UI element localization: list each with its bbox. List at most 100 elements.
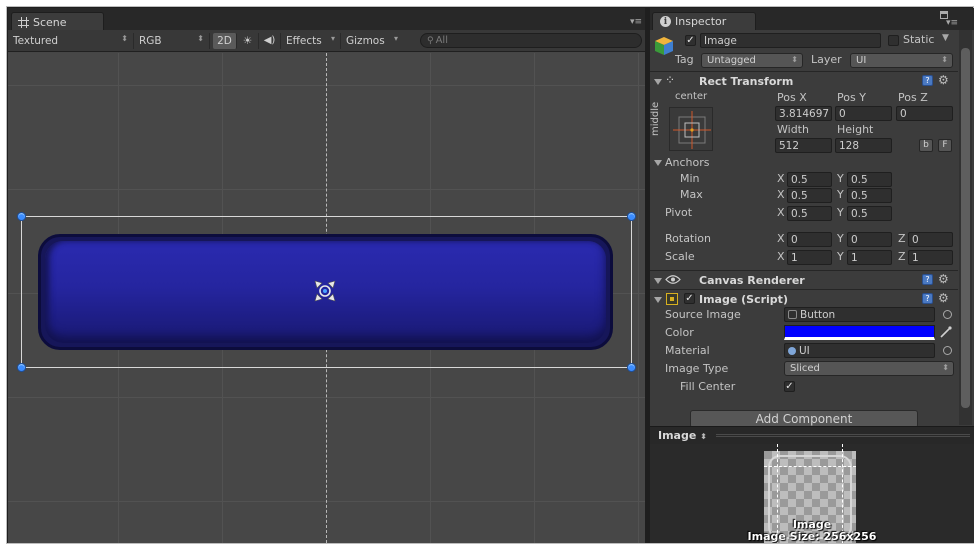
material-value: UI xyxy=(799,344,810,357)
static-label: Static xyxy=(903,33,935,46)
source-image-field[interactable]: Button xyxy=(784,307,935,322)
scale-label: Scale xyxy=(665,250,695,263)
tag-label: Tag xyxy=(675,53,694,66)
tab-scene[interactable]: Scene xyxy=(11,12,104,30)
scrollbar-thumb[interactable] xyxy=(961,48,970,408)
pos-z-field[interactable]: 0 xyxy=(896,106,953,121)
scale-y-field[interactable]: 1 xyxy=(847,250,892,265)
anchor-presets-button[interactable] xyxy=(669,107,713,151)
pivot-anchor-icon[interactable] xyxy=(313,279,337,303)
tag-dropdown[interactable]: Untagged ⬍ xyxy=(701,53,803,68)
canvas-renderer-header[interactable]: Canvas Renderer ? ⚙ xyxy=(650,270,958,289)
color-mode-dropdown[interactable]: RGB ⬍ xyxy=(134,32,210,49)
chevron-down-icon: ▾ xyxy=(330,33,335,43)
layer-value: UI xyxy=(856,55,867,66)
audio-toggle-button[interactable]: ◀) xyxy=(259,32,281,49)
scene-toolbar: Textured ⬍ RGB ⬍ 2D ☀ ◀) Effects ▾ Gizmo… xyxy=(8,30,645,52)
image-type-value: Sliced xyxy=(790,363,820,374)
draw-mode-dropdown[interactable]: Textured ⬍ xyxy=(8,32,134,49)
anchor-max-y-field[interactable]: 0.5 xyxy=(847,188,892,203)
layer-label: Layer xyxy=(811,53,842,66)
search-placeholder: All xyxy=(435,35,448,46)
panel-menu-icon[interactable]: ▾≡ xyxy=(946,18,958,28)
rotation-x-field[interactable]: 0 xyxy=(787,232,832,247)
preview-title-text: Image xyxy=(658,429,697,442)
object-active-checkbox[interactable]: ✓ xyxy=(685,35,696,46)
help-icon[interactable]: ? xyxy=(922,293,933,304)
preview-header[interactable]: Image ⬍ xyxy=(650,426,974,444)
width-label: Width xyxy=(777,123,809,136)
effects-dropdown[interactable]: Effects ▾ xyxy=(281,32,341,49)
pivot-x-field[interactable]: 0.5 xyxy=(787,206,832,221)
speaker-icon: ◀) xyxy=(263,35,276,46)
anchor-min-label: Min xyxy=(680,172,700,185)
chevron-down-icon[interactable]: ▼ xyxy=(942,33,949,43)
rect-handle-top-right[interactable] xyxy=(627,212,636,221)
inspector-tab-bar: i Inspector ▾≡ xyxy=(650,8,974,30)
anchor-min-y-field[interactable]: 0.5 xyxy=(847,172,892,187)
info-icon: i xyxy=(660,16,671,27)
material-field[interactable]: UI xyxy=(784,343,935,358)
pos-y-label: Pos Y xyxy=(837,91,866,104)
rotation-y-field[interactable]: 0 xyxy=(847,232,892,247)
tab-inspector-label: Inspector xyxy=(675,15,727,28)
image-script-title: Image (Script) xyxy=(699,293,788,306)
gear-icon[interactable]: ⚙ xyxy=(938,74,950,86)
scale-z-field[interactable]: 1 xyxy=(908,250,953,265)
inspector-scrollbar[interactable] xyxy=(959,30,972,425)
rect-handle-bottom-left[interactable] xyxy=(17,363,26,372)
y-label: Y xyxy=(837,232,844,245)
object-picker-icon[interactable] xyxy=(943,346,952,355)
static-checkbox[interactable] xyxy=(888,35,899,46)
fill-center-label: Fill Center xyxy=(680,380,736,393)
height-field[interactable]: 128 xyxy=(835,138,892,153)
pos-y-field[interactable]: 0 xyxy=(835,106,892,121)
panel-menu-icon[interactable]: ▾≡ xyxy=(630,18,642,27)
scale-x-field[interactable]: 1 xyxy=(787,250,832,265)
image-script-header[interactable]: ✓ Image (Script) ? ⚙ xyxy=(650,289,958,308)
rotation-z-field[interactable]: 0 xyxy=(908,232,953,247)
updown-icon: ⬍ xyxy=(197,33,204,43)
scene-search-input[interactable]: ⚲ All xyxy=(420,33,642,48)
tab-inspector[interactable]: i Inspector xyxy=(652,12,756,30)
fill-center-checkbox[interactable]: ✓ xyxy=(784,381,795,392)
gear-icon[interactable]: ⚙ xyxy=(938,292,950,304)
object-picker-icon[interactable] xyxy=(943,310,952,319)
rect-handle-bottom-right[interactable] xyxy=(627,363,636,372)
pos-x-field[interactable]: 3.814697 xyxy=(775,106,832,121)
rect-handle-top-left[interactable] xyxy=(17,212,26,221)
anchors-foldout-icon[interactable] xyxy=(654,160,662,166)
x-label: X xyxy=(777,172,785,185)
lighting-toggle-button[interactable]: ☀ xyxy=(237,32,259,49)
image-type-dropdown[interactable]: Sliced ⬍ xyxy=(784,361,954,376)
2d-toggle-button[interactable]: 2D xyxy=(213,32,237,49)
draw-mode-value: Textured xyxy=(13,34,59,47)
rect-transform-header[interactable]: ⁘ Rect Transform ? ⚙ xyxy=(650,71,958,90)
foldout-arrow-icon[interactable] xyxy=(654,278,662,284)
eyedropper-icon[interactable] xyxy=(940,326,952,338)
anchor-min-x-field[interactable]: 0.5 xyxy=(787,172,832,187)
anchor-max-x-field[interactable]: 0.5 xyxy=(787,188,832,203)
pos-x-label: Pos X xyxy=(777,91,807,104)
color-swatch-field[interactable] xyxy=(784,325,935,340)
help-icon[interactable]: ? xyxy=(922,274,933,285)
object-name-field[interactable]: Image xyxy=(700,33,881,48)
scene-viewport[interactable] xyxy=(8,53,645,543)
layer-dropdown[interactable]: UI ⬍ xyxy=(850,53,953,68)
gear-icon[interactable]: ⚙ xyxy=(938,273,950,285)
foldout-arrow-icon[interactable] xyxy=(654,79,662,85)
pivot-y-field[interactable]: 0.5 xyxy=(847,206,892,221)
image-enabled-checkbox[interactable]: ✓ xyxy=(684,293,695,304)
gizmos-label: Gizmos xyxy=(346,34,385,47)
help-icon[interactable]: ? xyxy=(922,75,933,86)
raw-edit-button[interactable]: F xyxy=(938,139,952,152)
anchors-label: Anchors xyxy=(665,156,710,169)
y-label: Y xyxy=(837,188,844,201)
source-image-label: Source Image xyxy=(665,308,741,321)
gizmos-dropdown[interactable]: Gizmos ▾ xyxy=(341,33,403,49)
preview-drag-bar[interactable] xyxy=(716,434,970,437)
width-field[interactable]: 512 xyxy=(775,138,832,153)
foldout-arrow-icon[interactable] xyxy=(654,297,662,303)
anchor-v-label: middle xyxy=(650,101,661,136)
blueprint-mode-button[interactable]: b xyxy=(919,139,933,152)
